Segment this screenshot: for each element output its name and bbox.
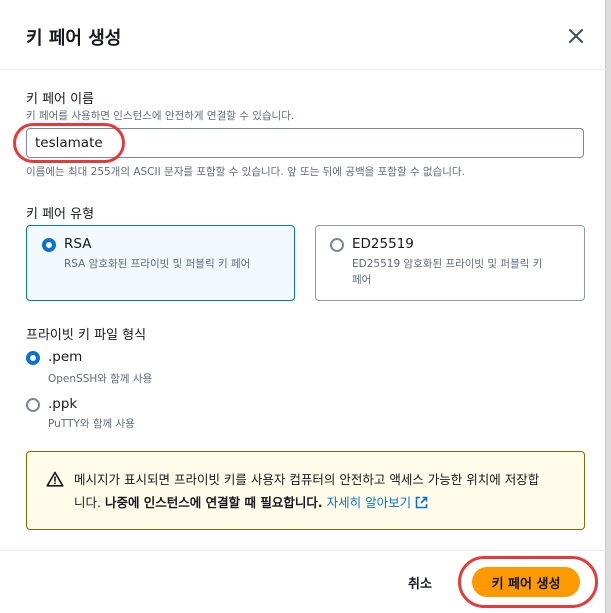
key-type-ed25519-description-1: ED25519 암호화된 프라이빗 및 퍼블릭 키 xyxy=(352,258,543,270)
alert-message: 메시지가 표시되면 프라이빗 키를 사용자 컴퓨터의 안전하고 액세스 가능한 … xyxy=(74,468,574,514)
external-link-icon xyxy=(415,493,428,509)
learn-more-link-label: 자세히 알아보기 xyxy=(326,495,412,510)
warning-alert: 메시지가 표시되면 프라이빗 키를 사용자 컴퓨터의 안전하고 액세스 가능한 … xyxy=(26,451,585,530)
private-key-format-label: 프라이빗 키 파일 형식 xyxy=(26,328,147,343)
format-ppk-description: PuTTY와 함께 사용 xyxy=(48,418,135,430)
key-type-rsa-description: RSA 암호화된 프라이빗 및 퍼블릭 키 페어 xyxy=(64,258,251,270)
create-key-pair-button[interactable]: 키 페어 생성 xyxy=(472,567,580,597)
alert-line1: 메시지가 표시되면 프라이빗 키를 사용자 컴퓨터의 안전하고 액세스 가능한 … xyxy=(74,472,540,487)
key-pair-name-constraint: 이름에는 최대 255개의 ASCII 문자를 포함할 수 있습니다. 앞 또는… xyxy=(26,166,465,178)
alert-line2-bold: 나중에 인스턴스에 연결할 때 필요합니다. xyxy=(104,495,323,510)
key-type-tile-rsa[interactable]: RSA RSA 암호화된 프라이빗 및 퍼블릭 키 페어 xyxy=(26,225,295,301)
radio-ed25519[interactable] xyxy=(330,238,344,252)
close-icon[interactable] xyxy=(566,26,586,46)
key-type-ed25519-title: ED25519 xyxy=(352,236,414,252)
learn-more-link[interactable]: 자세히 알아보기 xyxy=(327,495,428,510)
radio-rsa[interactable] xyxy=(42,238,56,252)
radio-pem[interactable] xyxy=(26,351,40,365)
format-ppk-title: .ppk xyxy=(48,396,78,412)
cancel-button[interactable]: 취소 xyxy=(408,573,432,592)
warning-icon xyxy=(46,471,64,487)
key-type-ed25519-description-2: 페어 xyxy=(352,274,372,286)
dialog-footer: 취소 키 페어 생성 xyxy=(0,550,606,613)
dialog-header: 키 페어 생성 xyxy=(0,0,606,70)
key-pair-name-input[interactable] xyxy=(26,128,584,158)
format-pem-title: .pem xyxy=(48,349,83,365)
alert-line2-prefix: 니다. xyxy=(74,495,105,510)
format-pem-description: OpenSSH와 함께 사용 xyxy=(48,373,153,385)
create-key-pair-dialog: 키 페어 생성 키 페어 이름 키 페어를 사용하면 인스턴스에 안전하게 연결… xyxy=(0,0,606,613)
key-pair-name-label: 키 페어 이름 xyxy=(26,92,95,107)
dialog-title: 키 페어 생성 xyxy=(26,28,122,49)
radio-ppk[interactable] xyxy=(26,398,40,412)
key-type-rsa-title: RSA xyxy=(64,236,92,252)
key-pair-type-label: 키 페어 유형 xyxy=(26,207,95,222)
key-type-tile-ed25519[interactable]: ED25519 ED25519 암호화된 프라이빗 및 퍼블릭 키 페어 xyxy=(315,225,585,301)
key-pair-name-description: 키 페어를 사용하면 인스턴스에 안전하게 연결할 수 있습니다. xyxy=(26,110,295,122)
